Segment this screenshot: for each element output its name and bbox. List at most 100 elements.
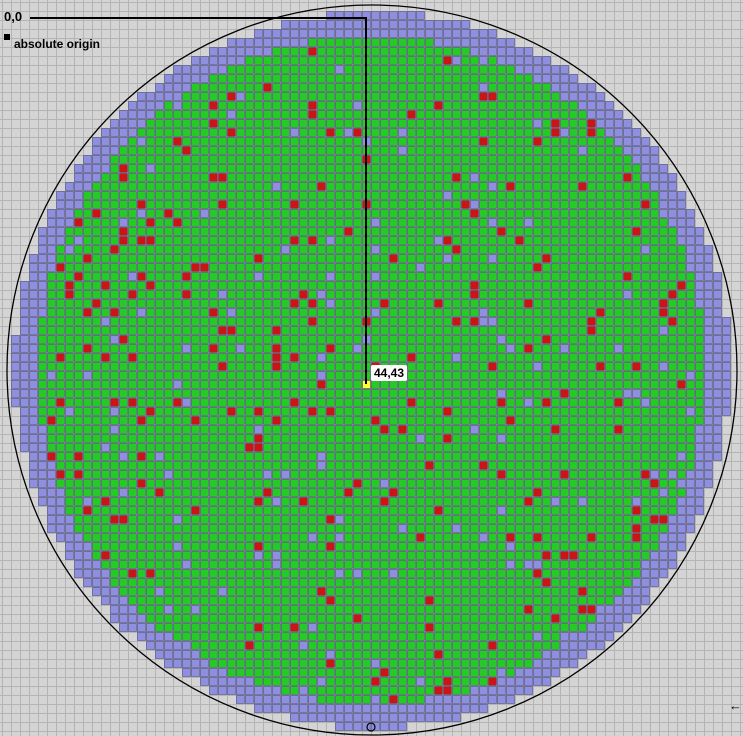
die[interactable] [326, 128, 335, 137]
die[interactable] [164, 524, 173, 533]
die[interactable] [236, 146, 245, 155]
die[interactable] [677, 452, 686, 461]
die[interactable] [479, 38, 488, 47]
die[interactable] [146, 191, 155, 200]
die[interactable] [578, 326, 587, 335]
die[interactable] [407, 29, 416, 38]
die[interactable] [461, 614, 470, 623]
die[interactable] [92, 263, 101, 272]
die[interactable] [389, 254, 398, 263]
die[interactable] [290, 137, 299, 146]
die[interactable] [47, 281, 56, 290]
die[interactable] [452, 326, 461, 335]
die[interactable] [461, 506, 470, 515]
die[interactable] [236, 164, 245, 173]
die[interactable] [452, 497, 461, 506]
die[interactable] [101, 227, 110, 236]
die[interactable] [389, 668, 398, 677]
die[interactable] [506, 308, 515, 317]
die[interactable] [632, 398, 641, 407]
die[interactable] [317, 137, 326, 146]
die[interactable] [389, 533, 398, 542]
die[interactable] [380, 560, 389, 569]
die[interactable] [569, 569, 578, 578]
die[interactable] [173, 110, 182, 119]
die[interactable] [407, 632, 416, 641]
die[interactable] [380, 569, 389, 578]
die[interactable] [353, 353, 362, 362]
die[interactable] [533, 659, 542, 668]
die[interactable] [614, 434, 623, 443]
die[interactable] [452, 227, 461, 236]
die[interactable] [317, 155, 326, 164]
die[interactable] [254, 578, 263, 587]
die[interactable] [173, 551, 182, 560]
die[interactable] [317, 623, 326, 632]
die[interactable] [632, 524, 641, 533]
die[interactable] [65, 254, 74, 263]
die[interactable] [227, 560, 236, 569]
die[interactable] [254, 92, 263, 101]
die[interactable] [65, 470, 74, 479]
die[interactable] [488, 308, 497, 317]
die[interactable] [227, 434, 236, 443]
die[interactable] [569, 479, 578, 488]
die[interactable] [236, 326, 245, 335]
die[interactable] [47, 245, 56, 254]
die[interactable] [227, 569, 236, 578]
die[interactable] [632, 317, 641, 326]
die[interactable] [704, 398, 713, 407]
die[interactable] [119, 425, 128, 434]
die[interactable] [515, 308, 524, 317]
die[interactable] [425, 470, 434, 479]
die[interactable] [380, 407, 389, 416]
die[interactable] [407, 596, 416, 605]
die[interactable] [29, 299, 38, 308]
die[interactable] [146, 92, 155, 101]
die[interactable] [605, 371, 614, 380]
die[interactable] [155, 344, 164, 353]
die[interactable] [515, 596, 524, 605]
die[interactable] [128, 380, 137, 389]
die[interactable] [371, 308, 380, 317]
die[interactable] [452, 659, 461, 668]
die[interactable] [209, 560, 218, 569]
die[interactable] [551, 407, 560, 416]
die[interactable] [641, 470, 650, 479]
die[interactable] [632, 533, 641, 542]
die[interactable] [74, 461, 83, 470]
die[interactable] [641, 137, 650, 146]
die[interactable] [542, 542, 551, 551]
die[interactable] [218, 587, 227, 596]
die[interactable] [443, 218, 452, 227]
die[interactable] [470, 227, 479, 236]
die[interactable] [497, 614, 506, 623]
die[interactable] [263, 173, 272, 182]
die[interactable] [380, 290, 389, 299]
die[interactable] [335, 236, 344, 245]
die[interactable] [578, 596, 587, 605]
die[interactable] [542, 263, 551, 272]
die[interactable] [416, 389, 425, 398]
die[interactable] [38, 344, 47, 353]
die[interactable] [506, 695, 515, 704]
die[interactable] [164, 641, 173, 650]
die[interactable] [515, 641, 524, 650]
die[interactable] [326, 119, 335, 128]
die[interactable] [128, 191, 137, 200]
die[interactable] [416, 155, 425, 164]
die[interactable] [173, 488, 182, 497]
die[interactable] [353, 227, 362, 236]
die[interactable] [524, 506, 533, 515]
die[interactable] [191, 218, 200, 227]
die[interactable] [407, 686, 416, 695]
die[interactable] [623, 542, 632, 551]
die[interactable] [650, 560, 659, 569]
die[interactable] [506, 551, 515, 560]
die[interactable] [407, 317, 416, 326]
die[interactable] [47, 452, 56, 461]
die[interactable] [389, 245, 398, 254]
die[interactable] [290, 353, 299, 362]
die[interactable] [119, 515, 128, 524]
die[interactable] [227, 533, 236, 542]
